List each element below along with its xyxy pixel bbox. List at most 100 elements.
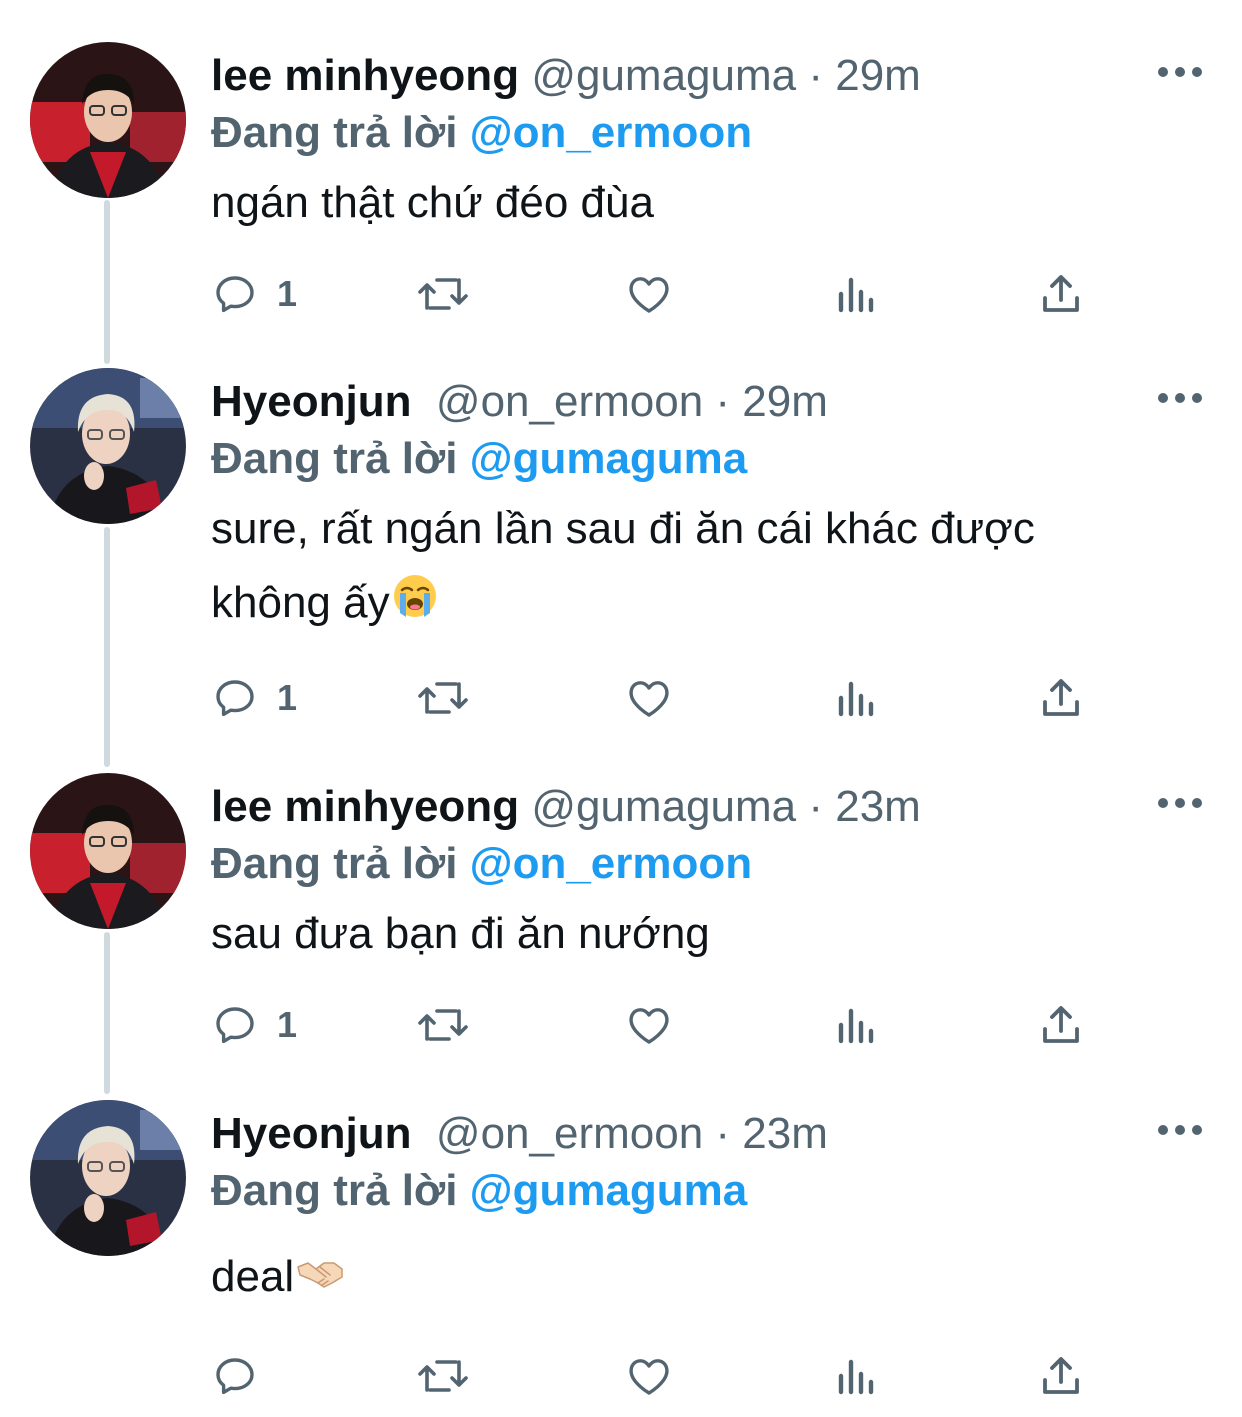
reply-button[interactable]: 1 [211, 997, 297, 1053]
display-name[interactable]: lee minhyeong [211, 782, 519, 831]
like-button[interactable] [625, 670, 673, 726]
more-icon[interactable] [1158, 62, 1202, 82]
timestamp[interactable]: 23m [742, 1109, 828, 1158]
views-button[interactable] [835, 997, 877, 1053]
user-handle[interactable]: @gumaguma [531, 782, 796, 831]
separator-dot: · [715, 1109, 731, 1158]
share-button[interactable] [1039, 266, 1083, 322]
retweet-button[interactable] [415, 1348, 471, 1404]
mention-link[interactable]: @on_ermoon [470, 839, 752, 888]
tweet-header: Hyeonjun @on_ermoon · 23m [211, 1108, 828, 1160]
display-name[interactable]: lee minhyeong [211, 51, 519, 100]
heart-icon [629, 1359, 669, 1395]
user-handle[interactable]: @on_ermoon [436, 377, 703, 426]
views-icon [838, 277, 874, 313]
heart-icon [629, 1008, 669, 1044]
tweet-text-line: deal [211, 1252, 295, 1301]
mention-link[interactable]: @gumaguma [470, 1166, 748, 1215]
user-avatar-hyeonjun[interactable] [30, 368, 186, 524]
views-button[interactable] [835, 266, 877, 322]
tweet-text-line: không ấy [211, 578, 390, 627]
more-icon[interactable] [1158, 793, 1202, 813]
retweet-button[interactable] [415, 670, 471, 726]
display-name[interactable]: Hyeonjun [211, 377, 411, 426]
retweet-button[interactable] [415, 997, 471, 1053]
more-icon[interactable] [1158, 1120, 1202, 1140]
tweet[interactable]: lee minhyeong @gumaguma · 23m Đang trả l… [0, 773, 1242, 1063]
share-button[interactable] [1039, 1348, 1083, 1404]
share-icon [1043, 1006, 1079, 1043]
views-button[interactable] [835, 670, 877, 726]
heart-icon [629, 277, 669, 313]
share-icon [1043, 275, 1079, 312]
tweet-text-line: sure, rất ngán lần sau đi ăn cái khác đư… [211, 504, 1035, 553]
tweet-text-line: sau đưa bạn đi ăn nướng [211, 909, 710, 958]
timestamp[interactable]: 23m [835, 782, 921, 831]
retweet-button[interactable] [415, 266, 471, 322]
mention-link[interactable]: @on_ermoon [470, 108, 752, 157]
replying-to: Đang trả lời @on_ermoon [211, 106, 752, 160]
views-icon [838, 1359, 874, 1395]
share-icon [1043, 1357, 1079, 1394]
replying-prefix: Đang trả lời [211, 108, 458, 157]
user-avatar-lee-minhyeong[interactable] [30, 42, 186, 198]
tweet-text: sau đưa bạn đi ăn nướng [211, 897, 1191, 971]
user-avatar-lee-minhyeong[interactable] [30, 773, 186, 929]
retweet-icon [418, 278, 468, 310]
tweet-actions: 1 [211, 266, 1111, 322]
reply-count: 1 [277, 1004, 298, 1045]
retweet-icon [418, 1360, 468, 1392]
user-handle[interactable]: @on_ermoon [436, 1109, 703, 1158]
reply-icon [216, 276, 254, 313]
tweet-text: sure, rất ngán lần sau đi ăn cái khác đư… [211, 492, 1191, 642]
reply-count: 1 [277, 677, 298, 718]
like-button[interactable] [625, 266, 673, 322]
reply-icon [216, 1358, 254, 1395]
tweet-header: lee minhyeong @gumaguma · 23m [211, 781, 921, 833]
share-icon [1043, 679, 1079, 716]
replying-prefix: Đang trả lời [211, 839, 458, 888]
reply-button[interactable] [211, 1348, 277, 1404]
reply-button[interactable]: 1 [211, 266, 297, 322]
reply-icon [216, 1007, 254, 1044]
replying-to: Đang trả lời @gumaguma [211, 432, 747, 486]
like-button[interactable] [625, 1348, 673, 1404]
replying-prefix: Đang trả lời [211, 1166, 458, 1215]
tweet-text-line: ngán thật chứ đéo đùa [211, 178, 654, 227]
reply-button[interactable]: 1 [211, 670, 297, 726]
tweet-actions: 1 [211, 670, 1111, 726]
tweet-text: deal [211, 1240, 1191, 1316]
share-button[interactable] [1039, 670, 1083, 726]
tweet-header: lee minhyeong @gumaguma · 29m [211, 50, 921, 102]
tweet[interactable]: Hyeonjun @on_ermoon · 23m Đang trả lời @… [0, 1100, 1242, 1410]
reply-count: 1 [277, 273, 298, 314]
replying-prefix: Đang trả lời [211, 434, 458, 483]
timestamp[interactable]: 29m [835, 51, 921, 100]
mention-link[interactable]: @gumaguma [470, 434, 748, 483]
share-button[interactable] [1039, 997, 1083, 1053]
tweet-text: ngán thật chứ đéo đùa [211, 166, 1191, 240]
more-icon[interactable] [1158, 388, 1202, 408]
views-button[interactable] [835, 1348, 877, 1404]
display-name[interactable]: Hyeonjun [211, 1109, 411, 1158]
replying-to: Đang trả lời @on_ermoon [211, 837, 752, 891]
views-icon [838, 681, 874, 717]
tweet[interactable]: Hyeonjun @on_ermoon · 29m Đang trả lời @… [0, 368, 1242, 738]
retweet-icon [418, 1009, 468, 1041]
handshake-emoji [296, 1242, 344, 1316]
reply-icon [216, 680, 254, 717]
timestamp[interactable]: 29m [742, 377, 828, 426]
views-icon [838, 1008, 874, 1044]
user-avatar-hyeonjun[interactable] [30, 1100, 186, 1256]
tweet-header: Hyeonjun @on_ermoon · 29m [211, 376, 828, 428]
separator-dot: · [808, 782, 823, 831]
retweet-icon [418, 682, 468, 714]
separator-dot: · [808, 51, 823, 100]
tweet-actions: 1 [211, 997, 1111, 1053]
loudly-crying-face-emoji [392, 568, 438, 642]
separator-dot: · [715, 377, 731, 426]
user-handle[interactable]: @gumaguma [531, 51, 796, 100]
tweet[interactable]: lee minhyeong @gumaguma · 29m Đang trả l… [0, 42, 1242, 332]
replying-to: Đang trả lời @gumaguma [211, 1164, 747, 1218]
like-button[interactable] [625, 997, 673, 1053]
